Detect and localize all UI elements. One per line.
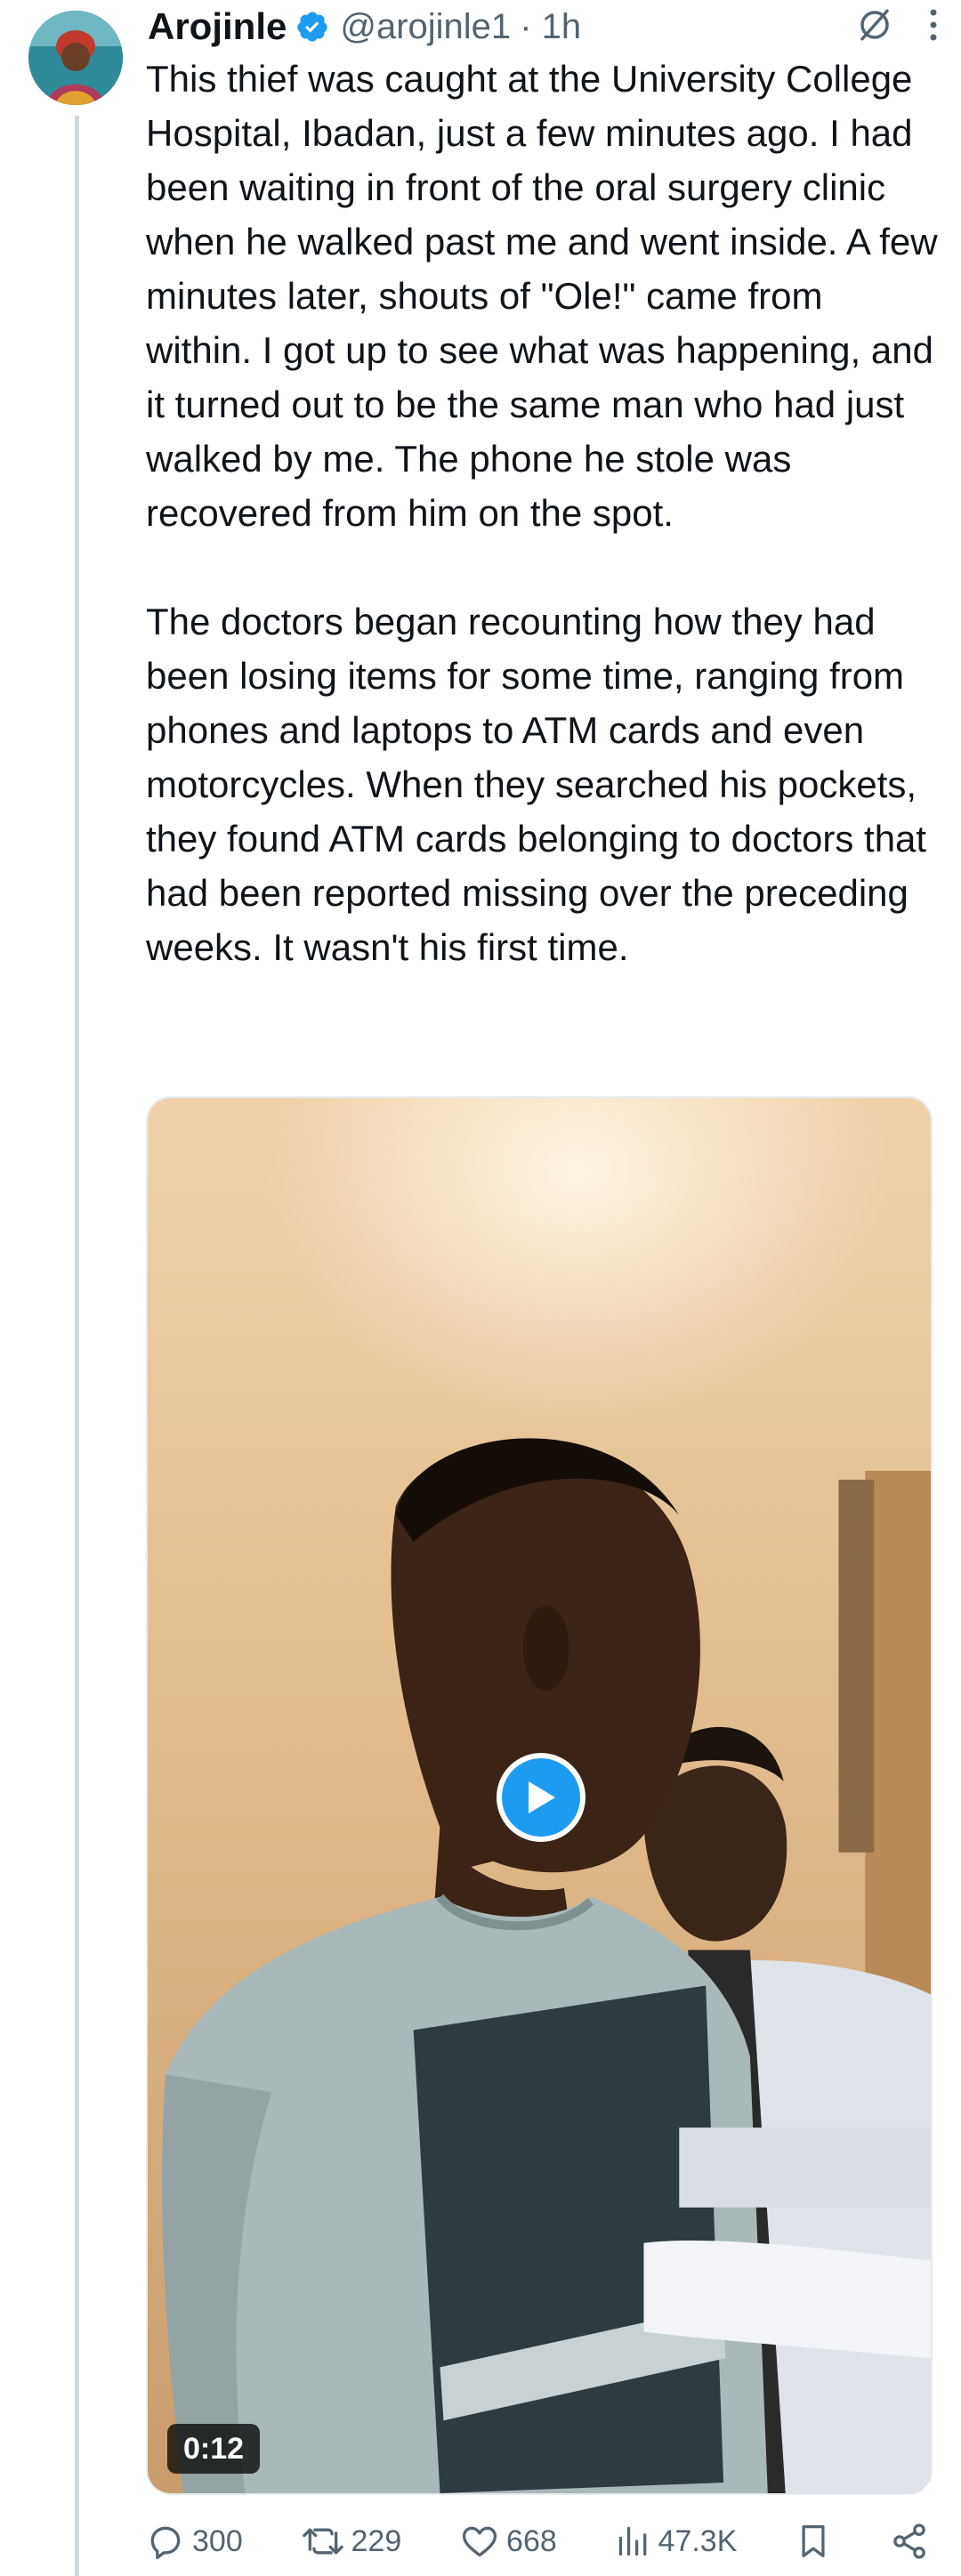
avatar-image xyxy=(28,11,123,105)
share-icon xyxy=(893,2524,925,2559)
reply-button[interactable]: 300 xyxy=(146,2522,243,2561)
play-button[interactable] xyxy=(497,1753,585,1842)
repost-count: 229 xyxy=(351,2524,402,2558)
video-player[interactable]: 0:12 xyxy=(146,1096,933,2495)
reply-count: 300 xyxy=(192,2524,243,2558)
share-button[interactable] xyxy=(890,2522,929,2561)
avatar[interactable] xyxy=(28,11,123,105)
like-count: 668 xyxy=(506,2524,557,2558)
heart-icon xyxy=(462,2526,497,2557)
video-duration: 0:12 xyxy=(167,2424,261,2474)
bookmark-icon xyxy=(802,2525,825,2557)
tweet-header: Arojinle @arojinle1 · 1h xyxy=(148,2,940,52)
tweet-paragraph: The doctors began recounting how they ha… xyxy=(146,601,927,968)
reply-icon xyxy=(150,2526,181,2559)
timestamp[interactable]: · 1h xyxy=(520,7,581,47)
more-options-icon[interactable] xyxy=(927,6,940,48)
tweet-actions: 300 229 668 47.3K xyxy=(146,2515,929,2568)
repost-button[interactable]: 229 xyxy=(302,2522,402,2561)
grok-icon[interactable] xyxy=(856,6,893,48)
verified-badge-icon xyxy=(295,10,329,44)
repost-icon xyxy=(302,2528,343,2555)
view-count: 47.3K xyxy=(658,2524,738,2558)
tweet-paragraph: This thief was caught at the University … xyxy=(146,58,938,534)
play-icon xyxy=(529,1781,555,1813)
views-icon xyxy=(618,2526,646,2556)
display-name[interactable]: Arojinle xyxy=(148,5,287,48)
thread-line xyxy=(75,116,79,2576)
views-button[interactable]: 47.3K xyxy=(616,2522,738,2561)
tweet-text: This thief was caught at the University … xyxy=(146,52,938,974)
bookmark-button[interactable] xyxy=(795,2522,831,2561)
like-button[interactable]: 668 xyxy=(460,2522,557,2561)
handle[interactable]: @arojinle1 xyxy=(340,7,511,47)
header-actions xyxy=(856,2,940,52)
